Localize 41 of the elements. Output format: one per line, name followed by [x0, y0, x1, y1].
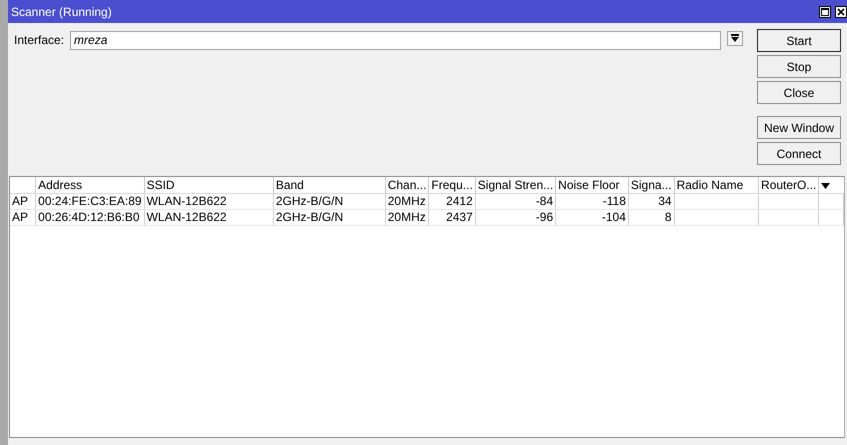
column-header[interactable]: Radio Name — [674, 177, 759, 194]
column-header[interactable]: RouterO... — [758, 177, 819, 194]
table-cell: -96 — [475, 210, 556, 226]
action-button[interactable]: Close — [757, 81, 841, 104]
table-cell: 2GHz-B/G/N — [273, 210, 386, 226]
dropdown-arrow-icon — [731, 34, 739, 43]
maximize-button[interactable] — [819, 6, 831, 18]
action-button[interactable]: New Window — [757, 116, 841, 139]
table-cell: 8 — [628, 210, 674, 226]
interface-label: Interface: — [14, 32, 64, 47]
table-cell: 20MHz — [385, 194, 429, 210]
table-cell: AP — [10, 210, 36, 226]
table-cell: -104 — [556, 210, 628, 226]
interface-field[interactable]: mreza — [70, 31, 721, 50]
column-header[interactable]: Chan... — [385, 177, 429, 194]
column-header[interactable]: SSID — [144, 177, 274, 194]
table-cell: -118 — [556, 194, 628, 210]
column-header[interactable]: Noise Floor — [556, 177, 628, 194]
action-button[interactable]: Stop — [757, 55, 841, 78]
table-cell: 00:26:4D:12:B6:B0 — [36, 210, 144, 226]
table-cell: AP — [10, 194, 36, 210]
column-header[interactable]: Signa... — [628, 177, 674, 194]
close-button[interactable] — [835, 6, 847, 18]
column-header[interactable]: Frequ... — [428, 177, 476, 194]
table-cell: 34 — [628, 194, 674, 210]
column-menu-icon[interactable] — [821, 182, 830, 188]
window-title: Scanner (Running) — [11, 4, 113, 18]
table-cell: 20MHz — [385, 210, 429, 226]
dropdown-button[interactable] — [727, 31, 743, 46]
table-cell: WLAN-12B622 — [144, 210, 274, 226]
action-button[interactable]: Connect — [757, 142, 841, 165]
table-cell: 2437 — [428, 210, 476, 226]
action-button[interactable]: Start — [757, 29, 841, 52]
column-header[interactable]: Signal Stren... — [475, 177, 556, 194]
column-header[interactable]: Band — [273, 177, 386, 194]
table-cell: 00:24:FE:C3:EA:89 — [36, 194, 144, 210]
column-header[interactable]: Address — [36, 177, 144, 194]
table-cell: 2412 — [428, 194, 476, 210]
table-cell: -84 — [475, 194, 556, 210]
table-cell: 2GHz-B/G/N — [273, 194, 386, 210]
table-cell: WLAN-12B622 — [144, 194, 274, 210]
